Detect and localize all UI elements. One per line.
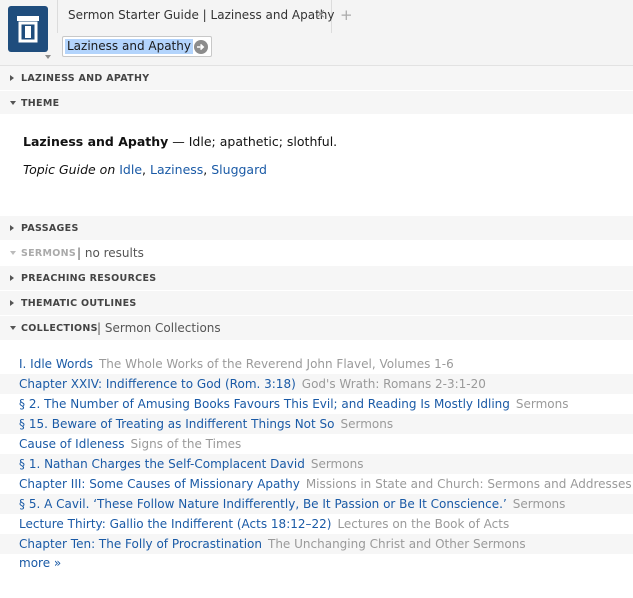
collections-subtitle: | Sermon Collections: [97, 321, 221, 335]
list-item[interactable]: Lecture Thirty: Gallio the Indifferent (…: [0, 514, 633, 534]
collection-source: Lectures on the Book of Acts: [337, 517, 510, 531]
topic-link-sluggard[interactable]: Sluggard: [211, 162, 267, 177]
theme-dash: —: [168, 134, 189, 149]
collection-title-link[interactable]: § 15. Beware of Treating as Indifferent …: [19, 417, 335, 431]
theme-definition: Laziness and Apathy — Idle; apathetic; s…: [23, 134, 337, 149]
chevron-down-icon: [10, 251, 16, 255]
list-item[interactable]: Chapter Ten: The Folly of Procrastinatio…: [0, 534, 633, 554]
search-input-value[interactable]: Laziness and Apathy: [65, 39, 193, 54]
collection-source: Signs of the Times: [130, 437, 242, 451]
section-label: SERMONS: [21, 248, 77, 259]
section-collections[interactable]: COLLECTIONS | Sermon Collections: [0, 316, 633, 340]
collection-source: Missions in State and Church: Sermons an…: [305, 477, 632, 491]
tab-title: Sermon Starter Guide | Laziness and Apat…: [68, 8, 335, 22]
list-item[interactable]: § 2. The Number of Amusing Books Favours…: [0, 394, 633, 414]
chevron-right-icon: [10, 225, 14, 231]
section-label: THEME: [21, 98, 60, 109]
theme-body: Laziness and Apathy — Idle; apathetic; s…: [0, 114, 633, 214]
list-item[interactable]: Cause of Idleness Signs of the Times: [0, 434, 633, 454]
chevron-down-icon: [10, 101, 16, 105]
chevron-down-icon: [10, 326, 16, 330]
chevron-right-icon: [10, 275, 14, 281]
logos-icon: [17, 16, 39, 43]
collection-source: Sermons: [340, 417, 394, 431]
section-sermons[interactable]: SERMONS | no results: [0, 241, 633, 265]
collection-source: Sermons: [310, 457, 364, 471]
list-item[interactable]: Chapter XXIV: Indifference to God (Rom. …: [0, 374, 633, 394]
tab-sermon-starter-guide[interactable]: Sermon Starter Guide | Laziness and Apat…: [57, 0, 335, 33]
collections-list: I. Idle Words The Whole Works of the Reve…: [0, 354, 633, 554]
collection-title-link[interactable]: Lecture Thirty: Gallio the Indifferent (…: [19, 517, 331, 531]
list-item[interactable]: Chapter III: Some Causes of Missionary A…: [0, 474, 633, 494]
search-input[interactable]: Laziness and Apathy: [62, 36, 212, 57]
collection-title-link[interactable]: § 1. Nathan Charges the Self-Complacent …: [19, 457, 305, 471]
section-preaching-resources[interactable]: PREACHING RESOURCES: [0, 266, 633, 290]
section-label: PREACHING RESOURCES: [21, 273, 157, 284]
chevron-right-icon: [10, 75, 14, 81]
app-logo-button[interactable]: [8, 6, 48, 52]
collection-title-link[interactable]: Chapter XXIV: Indifference to God (Rom. …: [19, 377, 296, 391]
collection-title-link[interactable]: Chapter III: Some Causes of Missionary A…: [19, 477, 300, 491]
more-link[interactable]: more »: [19, 556, 61, 570]
collection-source: The Whole Works of the Reverend John Fla…: [98, 357, 454, 371]
collection-source: God's Wrath: Romans 2-3:1-20: [301, 377, 486, 391]
section-laziness-and-apathy[interactable]: LAZINESS AND APATHY: [0, 66, 633, 90]
sermons-no-results: | no results: [77, 246, 144, 260]
collection-title-link[interactable]: Chapter Ten: The Folly of Procrastinatio…: [19, 537, 262, 551]
topic-guide-prefix: Topic Guide on: [23, 162, 116, 177]
section-theme[interactable]: THEME: [0, 91, 633, 115]
close-icon[interactable]: ×: [315, 8, 326, 22]
section-label: THEMATIC OUTLINES: [21, 298, 137, 309]
collection-source: Sermons: [515, 397, 569, 411]
section-label: COLLECTIONS: [21, 323, 98, 334]
collection-title-link[interactable]: Cause of Idleness: [19, 437, 125, 451]
theme-definition-text: Idle; apathetic; slothful.: [188, 134, 338, 149]
chevron-down-icon[interactable]: [45, 55, 51, 59]
collection-title-link[interactable]: I. Idle Words: [19, 357, 93, 371]
topic-link-laziness[interactable]: Laziness: [150, 162, 203, 177]
section-label: PASSAGES: [21, 223, 79, 234]
list-item[interactable]: § 5. A Cavil. ‘These Follow Nature Indif…: [0, 494, 633, 514]
chevron-right-icon: [10, 300, 14, 306]
go-arrow-icon[interactable]: [194, 40, 208, 54]
collection-title-link[interactable]: § 2. The Number of Amusing Books Favours…: [19, 397, 510, 411]
collection-source: The Unchanging Christ and Other Sermons: [268, 537, 526, 551]
section-label: LAZINESS AND APATHY: [21, 73, 150, 84]
topic-link-idle[interactable]: Idle: [119, 162, 142, 177]
list-item[interactable]: § 1. Nathan Charges the Self-Complacent …: [0, 454, 633, 474]
theme-term: Laziness and Apathy: [23, 134, 169, 149]
collection-title-link[interactable]: § 5. A Cavil. ‘These Follow Nature Indif…: [19, 497, 507, 511]
section-thematic-outlines[interactable]: THEMATIC OUTLINES: [0, 291, 633, 315]
collection-source: Sermons: [512, 497, 566, 511]
list-item[interactable]: I. Idle Words The Whole Works of the Reve…: [0, 354, 633, 374]
list-item[interactable]: § 15. Beware of Treating as Indifferent …: [0, 414, 633, 434]
topic-guide-line: Topic Guide on Idle, Laziness, Sluggard: [23, 162, 267, 177]
add-tab-icon[interactable]: +: [340, 6, 353, 24]
section-passages[interactable]: PASSAGES: [0, 216, 633, 240]
